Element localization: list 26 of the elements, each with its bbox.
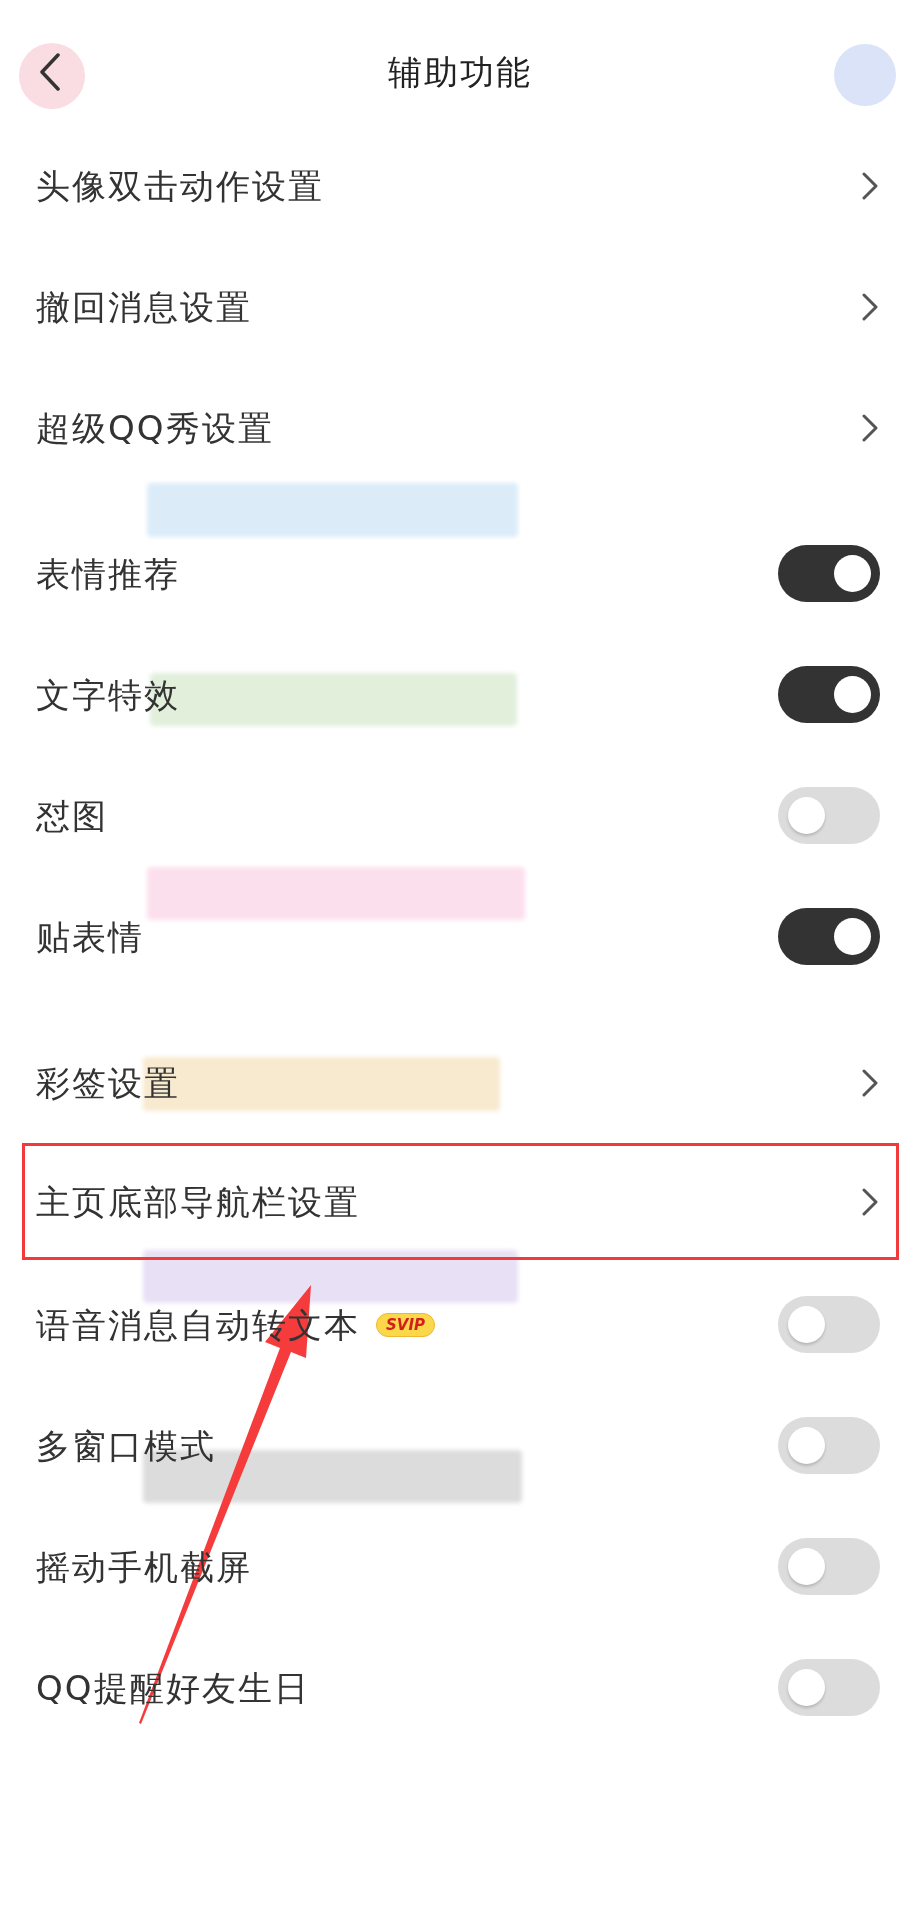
toggle-switch[interactable]: [778, 1417, 880, 1474]
toggle-switch[interactable]: [778, 666, 880, 723]
settings-row[interactable]: 撤回消息设置: [22, 246, 899, 367]
settings-row[interactable]: 主页底部导航栏设置: [25, 1146, 896, 1257]
toggle-switch[interactable]: [778, 545, 880, 602]
settings-row[interactable]: 头像双击动作设置: [22, 125, 899, 246]
toggle-switch[interactable]: [778, 908, 880, 965]
setting-label: 怼图: [36, 798, 108, 833]
setting-label: 多窗口模式: [36, 1428, 216, 1463]
setting-label: 文字特效: [36, 677, 180, 712]
chevron-right-icon: [862, 1187, 878, 1216]
settings-row[interactable]: 超级QQ秀设置: [22, 367, 899, 488]
chevron-right-icon: [862, 1068, 878, 1097]
setting-label: 贴表情: [36, 919, 144, 954]
chevron-right-icon: [862, 171, 878, 200]
back-chevron-icon: [39, 53, 61, 91]
toggle-switch[interactable]: [778, 787, 880, 844]
toggle-switch[interactable]: [778, 1296, 880, 1353]
settings-row[interactable]: 彩签设置: [22, 1022, 899, 1143]
chevron-right-icon: [862, 292, 878, 321]
membership-badge: SVIP: [376, 1312, 435, 1337]
toggle-switch[interactable]: [778, 1538, 880, 1595]
setting-label: 表情推荐: [36, 556, 180, 591]
toggle-switch[interactable]: [778, 1659, 880, 1716]
chevron-right-icon: [862, 413, 878, 442]
page-title: 辅助功能: [387, 55, 532, 89]
